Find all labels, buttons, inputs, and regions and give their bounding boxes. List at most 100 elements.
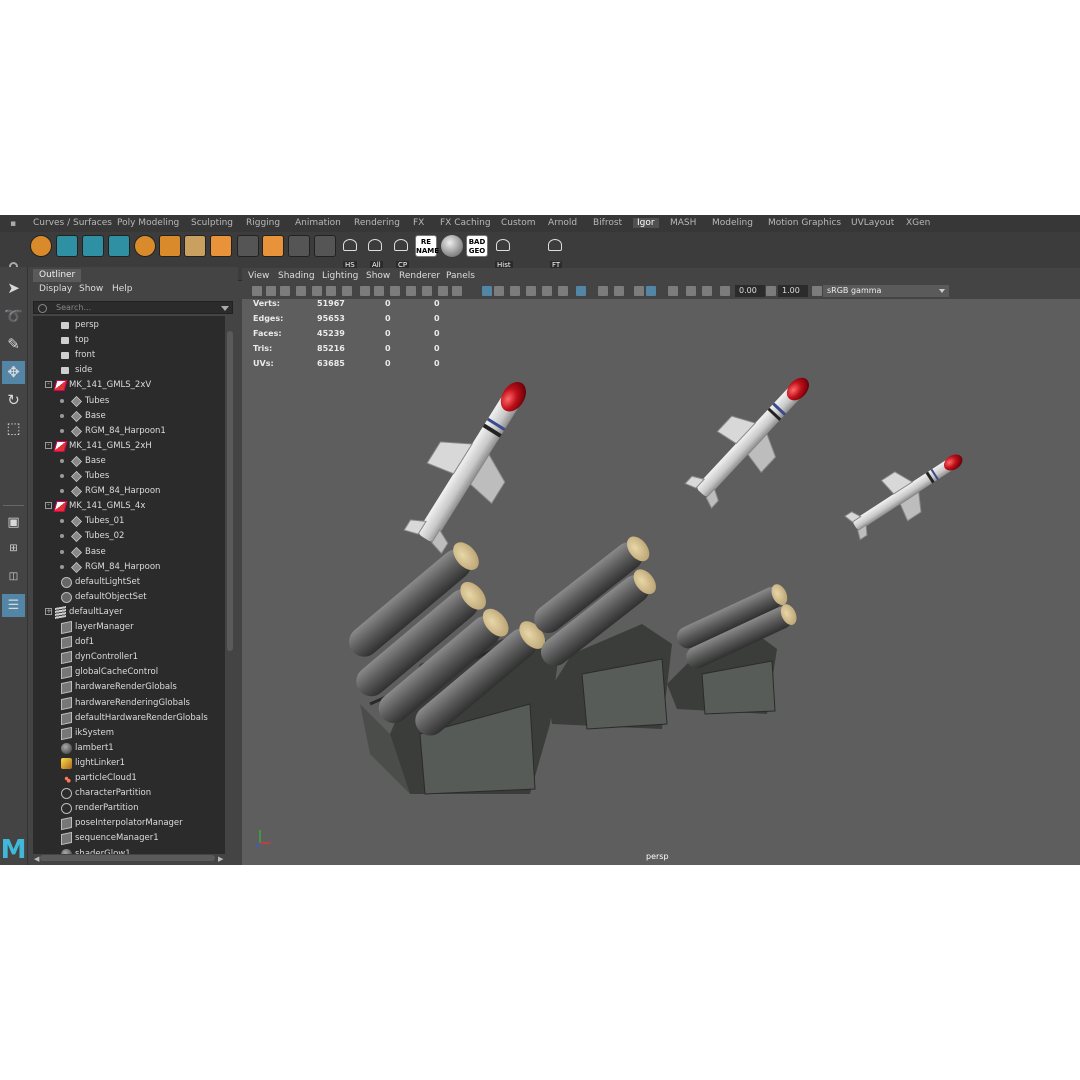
expand-icon[interactable]: + — [45, 607, 52, 615]
shelf-tab-xgen[interactable]: XGen — [906, 218, 930, 228]
outliner-layout-icon[interactable]: ☰ — [2, 594, 25, 617]
shelf-tab-mash[interactable]: MASH — [670, 218, 696, 228]
create-sphere-icon[interactable] — [30, 235, 52, 257]
lasso-tool-icon[interactable]: ➰ — [2, 305, 25, 328]
maya-m-icon-3[interactable] — [108, 235, 130, 257]
outliner-item[interactable]: poseInterpolatorManager — [33, 816, 225, 831]
viewport-tool-icon[interactable] — [482, 286, 492, 296]
outliner-item[interactable]: defaultObjectSet — [33, 590, 225, 605]
shelf-tab-custom[interactable]: Custom — [501, 218, 535, 228]
viewport-tool-icon[interactable] — [438, 286, 448, 296]
outliner-item[interactable]: hardwareRenderingGlobals — [33, 696, 225, 711]
outliner-item[interactable]: + defaultLayer — [33, 605, 225, 620]
outliner-menu-help[interactable]: Help — [112, 284, 133, 294]
panel-menu-shading[interactable]: Shading — [278, 271, 315, 281]
viewport-tool-icon[interactable] — [252, 286, 262, 296]
viewport-tool-icon[interactable] — [296, 286, 306, 296]
viewport-tool-icon[interactable] — [702, 286, 712, 296]
cp-button[interactable] — [390, 235, 412, 257]
shelf-tab-fx[interactable]: FX — [413, 218, 424, 228]
viewport-tool-icon[interactable] — [326, 286, 336, 296]
outliner-item[interactable]: sequenceManager1 — [33, 831, 225, 846]
shelf-tab-bifrost[interactable]: Bifrost — [593, 218, 622, 228]
gamma-field[interactable]: 1.00 — [778, 285, 808, 297]
scale-tool-icon[interactable]: ⬚ — [2, 417, 25, 440]
viewport-tool-icon[interactable] — [342, 286, 352, 296]
outliner-item[interactable]: ikSystem — [33, 726, 225, 741]
panel-menu-panels[interactable]: Panels — [446, 271, 475, 281]
viewport-tool-icon[interactable] — [646, 286, 656, 296]
outliner-tab[interactable]: Outliner — [33, 269, 82, 282]
outliner-menu-display[interactable]: Display — [39, 284, 72, 294]
shelf-tab-rendering[interactable]: Rendering — [354, 218, 400, 228]
outliner-item[interactable]: side — [33, 363, 225, 378]
outliner-item[interactable]: RGM_84_Harpoon1 — [33, 424, 225, 439]
outliner-item[interactable]: lightLinker1 — [33, 756, 225, 771]
shelf-tab-arnold[interactable]: Arnold — [548, 218, 577, 228]
viewport-tool-icon[interactable] — [576, 286, 586, 296]
scroll-left-icon[interactable]: ◀ — [34, 855, 39, 863]
move-tool-icon[interactable]: ✥ — [2, 361, 25, 384]
paint-select-tool-icon[interactable]: ✎ — [2, 333, 25, 356]
viewport-tool-icon[interactable] — [406, 286, 416, 296]
viewport-tool-icon[interactable] — [614, 286, 624, 296]
viewport-tool-icon[interactable] — [280, 286, 290, 296]
outliner-item[interactable]: - MK_141_GMLS_2xH — [33, 439, 225, 454]
outliner-item[interactable]: top — [33, 333, 225, 348]
shelf-tab-fx-caching[interactable]: FX Caching — [440, 218, 491, 228]
four-view-layout-icon[interactable]: ⊞ — [2, 537, 25, 560]
outliner-item[interactable]: Base — [33, 545, 225, 560]
viewport-tool-icon[interactable] — [668, 286, 678, 296]
single-view-layout-icon[interactable]: ▣ — [2, 511, 25, 534]
panel-menu-view[interactable]: View — [248, 271, 269, 281]
outliner-horizontal-scrollbar[interactable] — [40, 855, 215, 861]
shelf-grip-icon[interactable]: ▪ — [10, 220, 18, 229]
viewport-tool-icon[interactable] — [812, 286, 822, 296]
outliner-item[interactable]: Tubes_02 — [33, 529, 225, 544]
viewport-tool-icon[interactable] — [494, 286, 504, 296]
outliner-item[interactable]: Base — [33, 454, 225, 469]
outliner-item[interactable]: globalCacheControl — [33, 665, 225, 680]
viewport-tool-icon[interactable] — [374, 286, 384, 296]
viewport-tool-icon[interactable] — [598, 286, 608, 296]
cylinder-icon[interactable] — [159, 235, 181, 257]
rotate-tool-icon[interactable]: ↻ — [2, 389, 25, 412]
viewport-tool-icon[interactable] — [720, 286, 730, 296]
outliner-item[interactable]: lambert1 — [33, 741, 225, 756]
outliner-item[interactable]: shaderGlow1 — [33, 847, 225, 854]
outliner-item[interactable]: Base — [33, 409, 225, 424]
shelf-tab-poly-modeling[interactable]: Poly Modeling — [117, 218, 179, 228]
viewport-tool-icon[interactable] — [422, 286, 432, 296]
two-view-layout-icon[interactable]: ◫ — [2, 565, 25, 588]
scroll-right-icon[interactable]: ▶ — [218, 855, 223, 863]
outliner-item[interactable]: - MK_141_GMLS_4x — [33, 499, 225, 514]
all-button[interactable] — [364, 235, 386, 257]
search-options-chevron-icon[interactable] — [221, 306, 229, 311]
cube-stack-icon[interactable] — [134, 235, 156, 257]
color-space-select[interactable]: sRGB gamma — [823, 285, 949, 297]
maya-m-icon-2[interactable] — [82, 235, 104, 257]
transfer-icon[interactable] — [518, 235, 540, 257]
outliner-item[interactable]: - MK_141_GMLS_2xV — [33, 378, 225, 393]
outliner-item[interactable]: Tubes — [33, 394, 225, 409]
outliner-item[interactable]: renderPartition — [33, 801, 225, 816]
ft-button[interactable] — [544, 235, 566, 257]
exposure-field[interactable]: 0.00 — [735, 285, 765, 297]
shelf-tab-curves-surfaces[interactable]: Curves / Surfaces — [33, 218, 112, 228]
outliner-item[interactable]: hardwareRenderGlobals — [33, 680, 225, 695]
viewport-tool-icon[interactable] — [558, 286, 568, 296]
bad-geo-button[interactable]: BAD GEO — [466, 235, 488, 257]
viewport-tool-icon[interactable] — [542, 286, 552, 296]
panel-menu-lighting[interactable]: Lighting — [322, 271, 358, 281]
outliner-item[interactable]: front — [33, 348, 225, 363]
collapse-icon[interactable]: - — [45, 441, 52, 449]
hist-button[interactable] — [492, 235, 514, 257]
viewport-tool-icon[interactable] — [526, 286, 536, 296]
outliner-item[interactable]: particleCloud1 — [33, 771, 225, 786]
shelf-tab-modeling[interactable]: Modeling — [712, 218, 753, 228]
viewport-tool-icon[interactable] — [766, 286, 776, 296]
edit-pivot-icon[interactable] — [262, 235, 284, 257]
plane-stack-icon[interactable] — [184, 235, 206, 257]
shelf-tab-rigging[interactable]: Rigging — [246, 218, 280, 228]
select-tool-icon[interactable]: ➤ — [2, 277, 25, 300]
